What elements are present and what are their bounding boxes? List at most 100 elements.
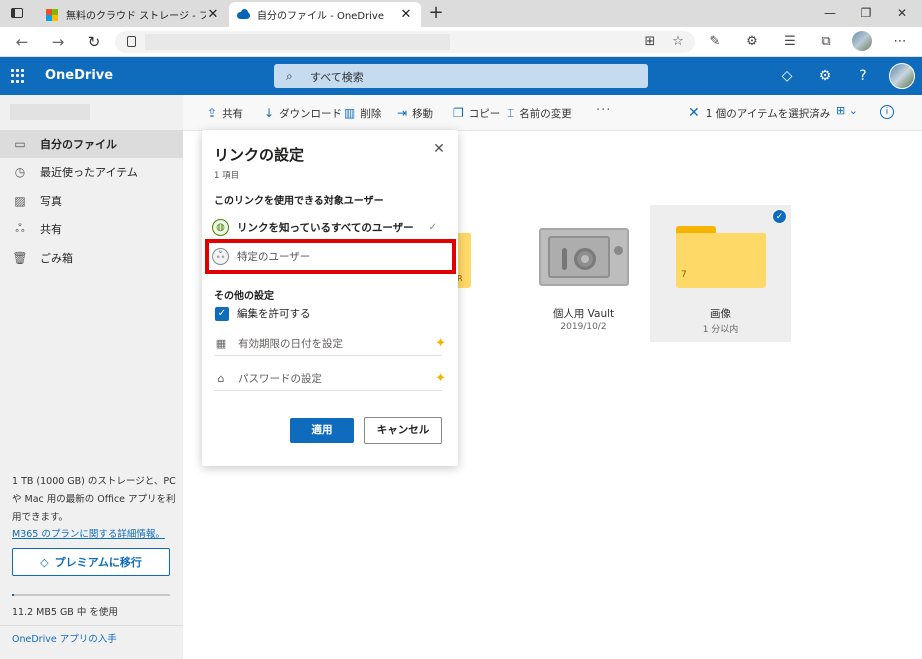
checkbox-checked-icon: ✓ [215,306,229,321]
favorites-icon[interactable]: ☰ [780,32,800,52]
globe-icon: ◍ [212,218,229,236]
storage-promo-text: 1 TB (1000 GB) のストレージと、PC や Mac 用の最新の Of… [12,476,176,523]
link-settings-dialog: リンクの設定 1 項目 ✕ このリンクを使用できる対象ユーザー ◍ リンクを知っ… [202,130,458,466]
move-button[interactable]: ⇥ 移動 [397,105,433,121]
address-field[interactable] [115,31,695,53]
back-arrow-icon[interactable]: ← [12,32,32,52]
tab-title: 無料のクラウド ストレージ - ファイル共 [66,11,206,22]
tab-close-icon[interactable]: ✕ [206,7,220,22]
photo-icon: ▨ [14,194,26,208]
password-field[interactable]: ⌂ パスワードの設定 ✦ [214,367,446,391]
move-label: 移動 [412,107,434,120]
apply-button[interactable]: 適用 [290,418,354,443]
url-redacted [145,34,450,50]
browser-profile-avatar[interactable] [852,31,872,51]
new-tab-button[interactable]: + [426,3,446,23]
rename-icon: ⌶ [507,105,515,120]
close-icon[interactable]: ✕ [430,140,448,158]
folder-icon: 7 [676,226,766,288]
delete-label: 削除 [360,107,382,120]
cancel-button[interactable]: キャンセル [364,417,442,444]
vault-icon [539,228,629,286]
file-tile-vault[interactable]: 個人用 Vault 2019/10/2 [513,205,654,342]
rename-label: 名前の変更 [519,107,572,120]
option-anyone-with-link[interactable]: ◍ リンクを知っているすべてのユーザー ✓ [209,214,449,240]
rename-button[interactable]: ⌶ 名前の変更 [507,105,572,121]
refresh-icon[interactable]: ↻ [84,32,104,52]
selection-count: 1 個のアイテムを選択済み [705,107,831,120]
allow-edit-checkbox[interactable]: ✓ 編集を許可する [215,306,311,321]
file-modified: 1 分以内 [702,325,739,335]
collections-icon[interactable]: ⧉ [816,32,836,52]
divider [0,625,183,626]
premium-diamond-icon[interactable]: ◇ [777,66,797,86]
help-icon[interactable]: ? [853,66,873,86]
sidebar-item-my-files[interactable]: ▭ 自分のファイル [0,130,183,158]
go-premium-button[interactable]: ◇ プレミアムに移行 [12,548,170,576]
get-app-link[interactable]: OneDrive アプリの入手 [12,631,117,645]
sidebar-item-label: 自分のファイル [40,138,117,151]
tab-close-icon[interactable]: ✕ [399,7,413,22]
file-name: 画像 [710,308,731,320]
pen-icon[interactable]: ✎ [705,32,725,52]
more-commands-button[interactable]: ··· [596,103,611,118]
sidebar-item-recent[interactable]: ◷ 最近使ったアイテム [0,158,183,186]
sidebar-item-recycle-bin[interactable]: 🗑 ごみ箱 [0,244,183,272]
item-count: 1 項目 [214,171,240,181]
premium-sparkle-icon: ✦ [435,336,446,351]
sidebar-item-photos[interactable]: ▨ 写真 [0,187,183,215]
check-icon: ✓ [428,221,437,233]
storage-usage-bar [12,594,170,596]
copy-button[interactable]: ❐ コピー [453,105,500,121]
sidebar-item-shared[interactable]: ஃ 共有 [0,215,183,243]
browser-tab-my-files[interactable]: 自分のファイル - OneDrive ✕ [229,2,421,27]
settings-gear-icon[interactable]: ⚙ [815,66,835,86]
search-icon: ⌕ [286,69,293,83]
tab-actions-icon[interactable] [8,5,26,21]
other-settings-heading: その他の設定 [214,291,274,302]
audience-heading: このリンクを使用できる対象ユーザー [214,196,384,207]
folder-item-count: 7 [681,270,687,280]
delete-button[interactable]: ▥ 削除 [344,105,381,121]
copy-label: コピー [468,107,501,120]
folder-icon: ▭ [14,137,26,151]
info-pane-icon[interactable]: i [880,105,894,119]
share-button[interactable]: ⇪ 共有 [207,105,243,121]
brand-name[interactable]: OneDrive [45,68,113,83]
sidebar-item-label: 写真 [40,195,62,208]
expiry-date-field[interactable]: ▦ 有効期限の日付を設定 ✦ [214,332,446,356]
allow-edit-label: 編集を許可する [237,308,311,320]
lock-icon: ⌂ [217,372,225,385]
file-tile-images-folder[interactable]: 7 ✓ 画像 1 分以内 [650,205,791,342]
forward-arrow-icon[interactable]: → [48,32,68,52]
storage-usage-fill [12,594,14,596]
restore-button[interactable]: ❐ [856,3,876,23]
search-placeholder: すべて検索 [310,71,364,84]
command-bar: ⇪ 共有 ↓ ダウンロード ▥ 削除 ⇥ 移動 ❐ コピー ⌶ 名前の変更 ··· ✕ 1 個… [183,95,922,131]
plan-details-link[interactable]: M365 のプランに関する詳細情報。 [12,526,165,540]
extensions-icon[interactable]: ⚙ [742,32,762,52]
expiry-label: 有効期限の日付を設定 [238,338,343,350]
file-date: 2019/10/2 [560,322,607,332]
browser-tab-onedrive-landing[interactable]: 無料のクラウド ストレージ - ファイル共 ✕ [38,2,228,27]
selection-clear-button[interactable]: ✕ 1 個のアイテムを選択済み [688,105,830,121]
diamond-icon: ◇ [40,555,49,569]
view-options-button[interactable]: ⊞ ⌄ [836,104,858,117]
people-icon: ஃ [15,221,25,235]
app-launcher-icon[interactable] [11,69,25,83]
download-icon: ↓ [264,106,275,120]
favorite-add-icon[interactable]: ☆ [668,32,688,52]
share-label: 共有 [222,107,244,120]
sidebar-item-label: 共有 [40,223,62,236]
window-close-button[interactable]: ✕ [892,3,912,23]
account-avatar[interactable] [889,63,915,89]
minimize-button[interactable]: — [820,3,840,23]
download-button[interactable]: ↓ ダウンロード [264,105,342,121]
selected-check-icon[interactable]: ✓ [772,209,787,224]
search-input[interactable]: ⌕ すべて検索 [274,64,648,88]
move-icon: ⇥ [397,106,408,120]
calendar-icon: ▦ [215,337,227,350]
read-aloud-icon[interactable]: ⊞ [640,32,660,52]
browser-toolbar: ← → ↻ ⊞ ☆ ✎ ⚙ ☰ ⧉ ⋯ [0,27,922,57]
more-menu-icon[interactable]: ⋯ [890,32,910,52]
